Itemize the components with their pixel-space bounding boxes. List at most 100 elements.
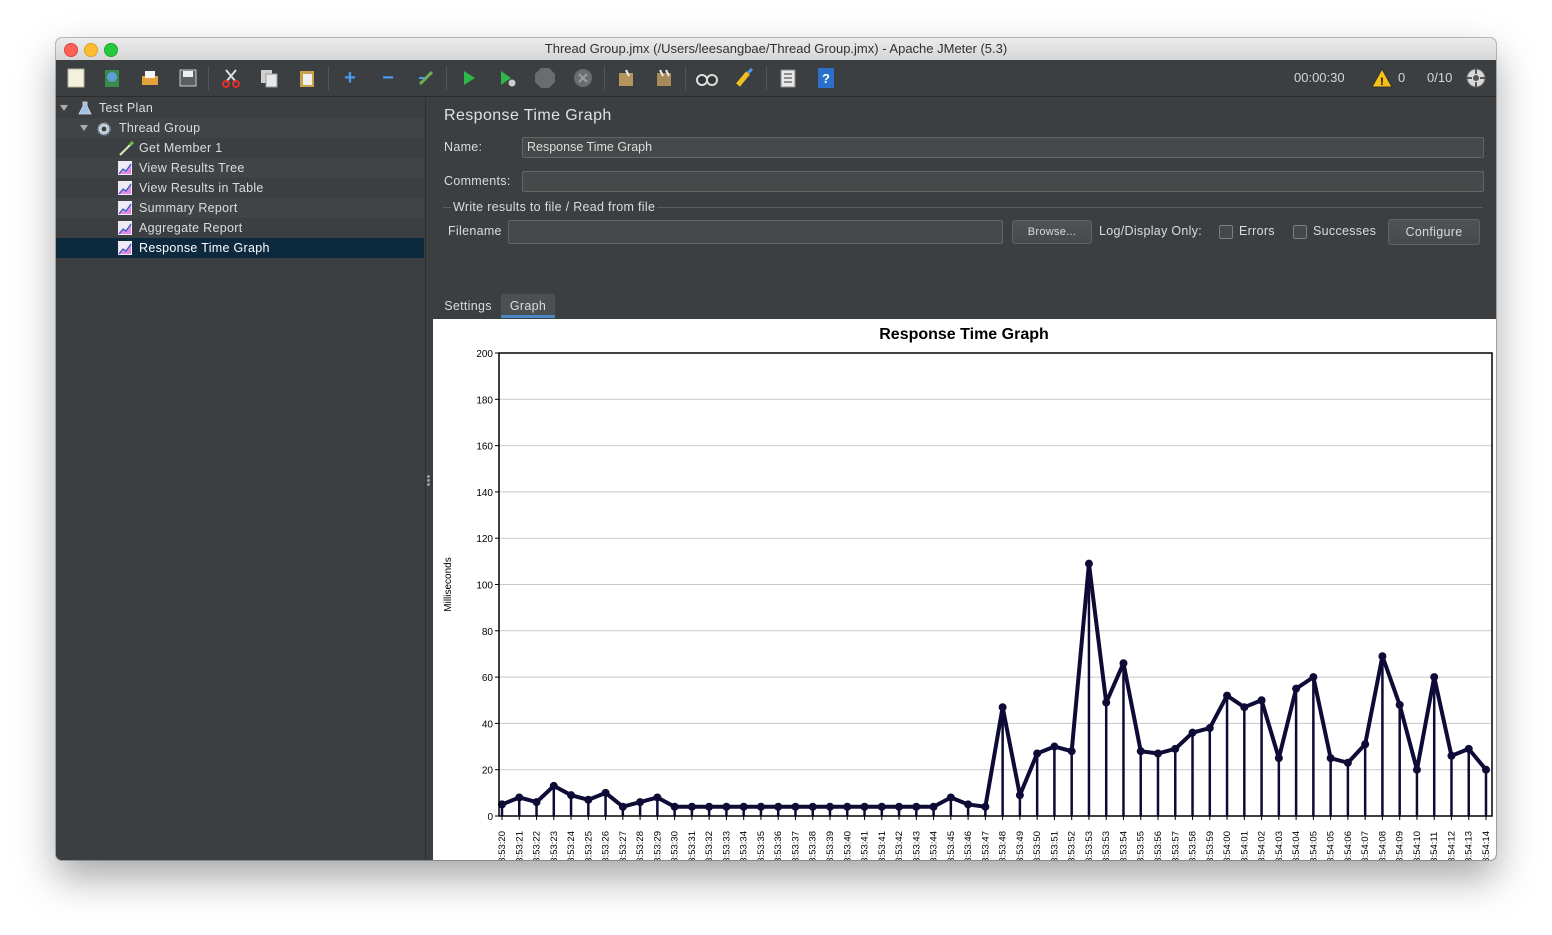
function-helper-icon[interactable] [776,66,800,90]
expand-toggle-icon[interactable] [60,105,68,111]
x-tick-label: 23:53:37 [790,831,801,860]
x-tick-label: 23:53:43 [911,831,922,860]
x-tick-label: 23:53:55 [1136,831,1147,860]
x-tick-label: 23:54:09 [1395,831,1406,860]
x-tick-label: 23:54:10 [1412,831,1423,860]
tab-graph[interactable]: Graph [501,294,555,318]
successes-checkbox[interactable] [1293,225,1307,239]
x-tick-label: 23:54:04 [1291,831,1302,860]
data-point [567,791,576,800]
start-icon[interactable] [457,66,481,90]
clear-icon[interactable] [614,66,638,90]
clear-all-icon[interactable] [652,66,676,90]
pipette-icon [118,140,135,156]
paste-icon[interactable] [295,66,319,90]
elapsed-time: 00:00:30 [1294,70,1345,85]
data-point [1240,703,1249,712]
page-title: Response Time Graph [444,107,612,124]
y-tick-label: 80 [482,627,494,638]
data-point [1361,740,1370,749]
tab-settings[interactable]: Settings [439,294,497,318]
comments-field[interactable] [522,171,1484,192]
tree-item-summary-report[interactable]: Summary Report [56,198,424,218]
x-tick-label: 23:54:12 [1446,831,1457,860]
x-tick-label: 23:53:44 [929,831,940,860]
data-point [1223,691,1232,700]
copy-icon[interactable] [257,66,281,90]
x-tick-label: 23:53:48 [998,831,1009,860]
errors-checkbox[interactable] [1219,225,1233,239]
save-icon[interactable] [176,66,200,90]
shutdown-icon[interactable] [571,66,595,90]
zoom-window-button[interactable] [104,43,118,57]
data-point [998,703,1007,712]
x-tick-label: 23:54:03 [1274,831,1285,860]
jmeter-window: Thread Group.jmx (/Users/leesangbae/Thre… [56,38,1496,860]
y-axis-label: Milliseconds [443,557,454,611]
x-tick-label: 23:54:07 [1360,831,1371,860]
reset-search-icon[interactable] [733,66,757,90]
x-tick-label: 23:53:34 [739,831,750,860]
collapse-icon[interactable]: − [376,66,400,90]
data-point [1205,724,1214,733]
x-tick-label: 23:53:35 [756,831,767,860]
y-tick-label: 20 [482,766,494,777]
toggle-icon[interactable] [414,66,438,90]
tree-item-view-results-tree[interactable]: View Results Tree [56,158,424,178]
gear-icon [96,121,111,136]
x-tick-label: 23:53:22 [532,831,543,860]
cut-icon[interactable] [219,66,243,90]
tree-item-thread-group[interactable]: Thread Group [56,118,424,138]
name-label: Name: [444,140,483,154]
stop-icon[interactable] [533,66,557,90]
data-point [515,793,524,802]
x-tick-label: 23:53:56 [1153,831,1164,860]
file-group-title: Write results to file / Read from file [451,200,658,214]
tree-item-get-member-1[interactable]: Get Member 1 [56,138,424,158]
x-tick-label: 23:53:41 [877,831,888,860]
tree-item-aggregate-report[interactable]: Aggregate Report [56,218,424,238]
data-point [912,802,921,811]
element-panel: Response Time Graph Name: Comments: Writ… [433,97,1496,860]
tree-item-view-results-in-table[interactable]: View Results in Table [56,178,424,198]
templates-icon[interactable] [100,66,124,90]
x-tick-label: 23:53:53 [1101,831,1112,860]
configure-button[interactable]: Configure [1388,219,1480,245]
x-tick-label: 23:53:59 [1205,831,1216,860]
x-tick-label: 23:53:24 [566,831,577,860]
y-tick-label: 100 [476,581,493,592]
start-no-pauses-icon[interactable] [495,66,519,90]
expand-icon[interactable]: + [338,66,362,90]
graph-icon [118,201,132,215]
tree-item-label: Thread Group [119,121,201,135]
data-point [1395,700,1404,709]
x-tick-label: 23:53:57 [1170,831,1181,860]
open-icon[interactable] [138,66,162,90]
remote-status-icon[interactable] [1464,66,1488,90]
help-icon[interactable]: ? [814,66,838,90]
data-point [670,802,679,811]
y-tick-label: 200 [476,349,493,360]
data-point [826,802,834,811]
warning-icon[interactable]: ! [1370,66,1394,90]
new-icon[interactable] [64,66,88,90]
x-tick-label: 23:54:00 [1222,831,1233,860]
data-point [687,802,696,811]
successes-label: Successes [1313,224,1377,238]
close-window-button[interactable] [64,43,78,57]
x-tick-label: 23:53:39 [825,831,836,860]
search-icon[interactable] [695,66,719,90]
name-field[interactable] [522,137,1484,158]
x-tick-label: 23:54:14 [1481,831,1492,860]
minimize-window-button[interactable] [84,43,98,57]
browse-button[interactable]: Browse... [1012,220,1092,244]
filename-field[interactable] [508,220,1003,244]
expand-toggle-icon[interactable] [80,125,88,131]
tree-item-response-time-graph[interactable]: Response Time Graph [56,238,424,258]
x-tick-label: 23:53:53 [1084,831,1095,860]
flask-icon [78,101,92,115]
graph-icon [118,181,132,195]
tree-item-test-plan[interactable]: Test Plan [56,98,424,118]
data-point [981,802,990,811]
tree-item-label: Get Member 1 [139,141,223,155]
